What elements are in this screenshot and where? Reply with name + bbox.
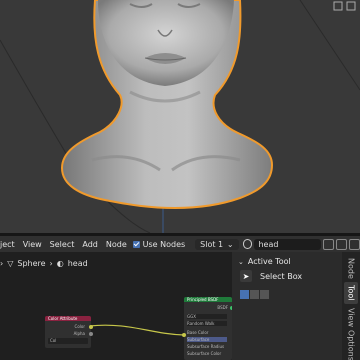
fake-user-shield-icon[interactable] bbox=[323, 238, 335, 250]
editor-type-label[interactable]: ject bbox=[0, 240, 19, 249]
menu-view[interactable]: View bbox=[19, 240, 46, 249]
socket-label-color: Color bbox=[74, 324, 85, 329]
use-nodes-label: Use Nodes bbox=[142, 239, 186, 249]
subsurface-method-dropdown[interactable]: Random Walk bbox=[187, 321, 227, 326]
tab-node[interactable]: Node bbox=[344, 256, 358, 280]
grid-line bbox=[299, 0, 360, 91]
slot-dropdown[interactable]: Slot 1 ⌄ bbox=[195, 238, 239, 250]
input-socket-base-color[interactable] bbox=[182, 333, 186, 337]
tab-options[interactable]: Options bbox=[344, 330, 358, 360]
mode-subtract-icon[interactable] bbox=[260, 290, 269, 299]
material-browse-icon[interactable] bbox=[242, 239, 253, 249]
socket-label-bsdf: BSDF bbox=[217, 305, 228, 310]
sidebar-panel: ⌄ Active Tool ➤ Select Box bbox=[232, 252, 342, 360]
material-icon: ◐ bbox=[56, 258, 64, 268]
breadcrumb-material: head bbox=[67, 258, 88, 268]
color-attribute-node[interactable]: Color Attribute Color Alpha Col bbox=[45, 316, 93, 348]
breadcrumb-object: Sphere bbox=[17, 258, 46, 268]
object-mesh-icon: ▽ bbox=[7, 258, 14, 268]
output-socket-color[interactable] bbox=[89, 325, 93, 329]
head-model[interactable] bbox=[0, 0, 360, 233]
output-socket-alpha[interactable] bbox=[89, 332, 93, 336]
selection-mode-buttons bbox=[240, 290, 269, 299]
tab-tool[interactable]: Tool bbox=[344, 282, 358, 304]
active-tool-section-header[interactable]: ⌄ Active Tool bbox=[238, 257, 291, 266]
tool-name-label: Select Box bbox=[260, 272, 303, 281]
duplicate-material-icon[interactable] bbox=[336, 238, 348, 250]
color-layer-field[interactable]: Col bbox=[48, 338, 88, 344]
menu-add[interactable]: Add bbox=[78, 240, 102, 249]
tab-view[interactable]: View bbox=[344, 306, 358, 328]
node-link bbox=[88, 324, 185, 336]
socket-label-alpha: Alpha bbox=[73, 331, 85, 336]
viewport-overlay-icon bbox=[346, 1, 356, 11]
chevron-down-icon: ⌄ bbox=[238, 257, 244, 266]
socket-label-subsurface-color: Subsurface Color bbox=[187, 351, 222, 356]
material-name-field[interactable]: head bbox=[254, 238, 322, 250]
distribution-dropdown[interactable]: GGX bbox=[187, 314, 227, 319]
use-nodes-checkbox[interactable] bbox=[132, 240, 140, 248]
unlink-material-icon[interactable] bbox=[349, 238, 360, 250]
3d-viewport[interactable] bbox=[0, 0, 360, 233]
menu-select[interactable]: Select bbox=[46, 240, 79, 249]
socket-label-base-color: Base Color bbox=[187, 330, 209, 335]
menu-node[interactable]: Node bbox=[102, 240, 131, 249]
select-box-tool-button[interactable]: ➤ bbox=[240, 270, 252, 282]
principled-bsdf-node[interactable]: Principled BSDF BSDF GGX Random Walk Bas… bbox=[182, 297, 232, 360]
socket-label-subsurface-radius: Subsurface Radius bbox=[187, 344, 225, 349]
viewport-shading-icon bbox=[333, 1, 343, 11]
node-header: Color Attribute bbox=[45, 316, 91, 321]
mode-extend-icon[interactable] bbox=[250, 290, 259, 299]
sidebar-tabs: Node Tool View Options bbox=[342, 252, 360, 360]
subsurface-field[interactable]: Subsurface bbox=[187, 337, 227, 342]
chevron-right-icon: › bbox=[0, 258, 4, 268]
cursor-arrow-icon: ➤ bbox=[242, 271, 250, 281]
active-tool-title: Active Tool bbox=[247, 257, 291, 266]
slot-value: Slot 1 bbox=[200, 239, 224, 249]
mode-set-icon[interactable] bbox=[240, 290, 249, 299]
breadcrumb: › ▽ Sphere › ◐ head bbox=[0, 256, 92, 270]
shader-editor-header: ject View Select Add Node Use Nodes Slot… bbox=[0, 236, 360, 252]
chevron-down-icon: ⌄ bbox=[226, 239, 234, 249]
chevron-right-icon: › bbox=[49, 258, 53, 268]
node-header: Principled BSDF bbox=[184, 297, 232, 302]
